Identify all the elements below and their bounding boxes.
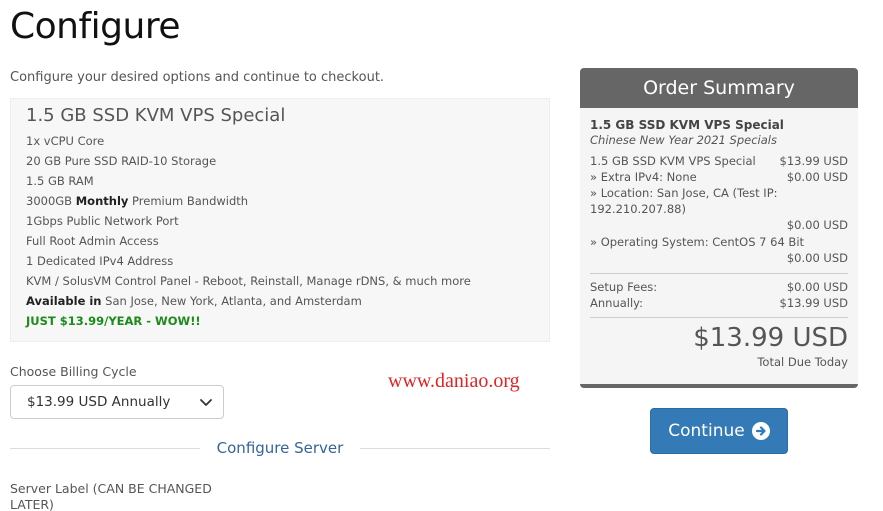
product-feature: 20 GB Pure SSD RAID-10 Storage: [26, 154, 217, 168]
summary-annually: Annually: $13.99 USD: [590, 295, 848, 311]
product-feature: 1 Dedicated IPv4 Address: [26, 254, 174, 268]
line-item-label: 1.5 GB SSD KVM VPS Special: [590, 154, 756, 168]
availability-label: Available in: [26, 294, 102, 308]
summary-product-group: Chinese New Year 2021 Specials: [590, 133, 777, 147]
order-summary-header: Order Summary: [580, 68, 858, 108]
billing-cycle-label: Choose Billing Cycle: [10, 364, 137, 379]
section-divider: [10, 448, 200, 449]
product-feature: Full Root Admin Access: [26, 234, 159, 248]
os-label: » Operating System: CentOS 7 64 Bit: [590, 235, 805, 249]
summary-product-name: 1.5 GB SSD KVM VPS Special: [590, 118, 784, 132]
continue-button[interactable]: Continue: [650, 408, 788, 454]
summary-line-item: 1.5 GB SSD KVM VPS Special $13.99 USD: [590, 153, 848, 169]
bandwidth-amount: 3000GB: [26, 194, 76, 208]
watermark: www.daniao.org: [388, 370, 520, 392]
summary-divider: [590, 317, 848, 318]
billing-cycle-select[interactable]: $13.99 USD Annually: [10, 385, 224, 419]
location-amount: $0.00 USD: [786, 218, 848, 232]
billing-cycle-value: $13.99 USD Annually: [27, 394, 171, 410]
product-feature-bandwidth: 3000GB Monthly Premium Bandwidth: [26, 191, 534, 211]
setup-fees-label: Setup Fees:: [590, 280, 658, 294]
annually-amount: $13.99 USD: [779, 296, 848, 310]
summary-divider: [590, 273, 848, 274]
configure-server-heading: Configure Server: [216, 439, 344, 457]
os-amount: $0.00 USD: [786, 251, 848, 265]
page-title: Configure: [10, 6, 180, 47]
annually-label: Annually:: [590, 296, 644, 310]
product-info-panel: 1.5 GB SSD KVM VPS Special 1x vCPU Core …: [10, 98, 550, 342]
arrow-circle-right-icon: [751, 422, 770, 440]
bandwidth-desc: Premium Bandwidth: [128, 194, 249, 208]
line-item-amount: $13.99 USD: [779, 154, 848, 168]
server-label-field-label: Server Label (CAN BE CHANGED LATER): [10, 481, 212, 511]
order-summary-panel: Order Summary 1.5 GB SSD KVM VPS Special…: [580, 68, 858, 388]
product-feature: 1x vCPU Core: [26, 134, 105, 148]
availability-locations: San Jose, New York, Atlanta, and Amsterd…: [101, 294, 362, 308]
page-intro: Configure your desired options and conti…: [10, 70, 385, 85]
product-feature: 1.5 GB RAM: [26, 174, 94, 188]
extra-ipv4-amount: $0.00 USD: [786, 170, 848, 184]
product-feature: KVM / SolusVM Control Panel - Reboot, Re…: [26, 274, 471, 288]
bandwidth-period: Monthly: [75, 194, 129, 208]
total-due-label: Total Due Today: [757, 355, 848, 369]
chevron-down-icon: [200, 399, 212, 406]
setup-fees-amount: $0.00 USD: [786, 280, 848, 294]
extra-ipv4-label: » Extra IPv4: None: [590, 170, 697, 184]
product-name: 1.5 GB SSD KVM VPS Special: [26, 105, 286, 126]
continue-button-label: Continue: [668, 421, 745, 441]
summary-extra-ipv4: » Extra IPv4: None $0.00 USD: [590, 169, 848, 185]
product-promo: JUST $13.99/YEAR - WOW!!: [26, 314, 201, 328]
section-divider: [360, 448, 550, 449]
total-due-amount: $13.99 USD: [693, 323, 848, 353]
location-label: » Location: San Jose, CA (Test IP: 192.2…: [590, 186, 778, 216]
product-availability: Available in San Jose, New York, Atlanta…: [26, 291, 534, 311]
summary-setup-fees: Setup Fees: $0.00 USD: [590, 279, 848, 295]
product-feature: 1Gbps Public Network Port: [26, 214, 179, 228]
